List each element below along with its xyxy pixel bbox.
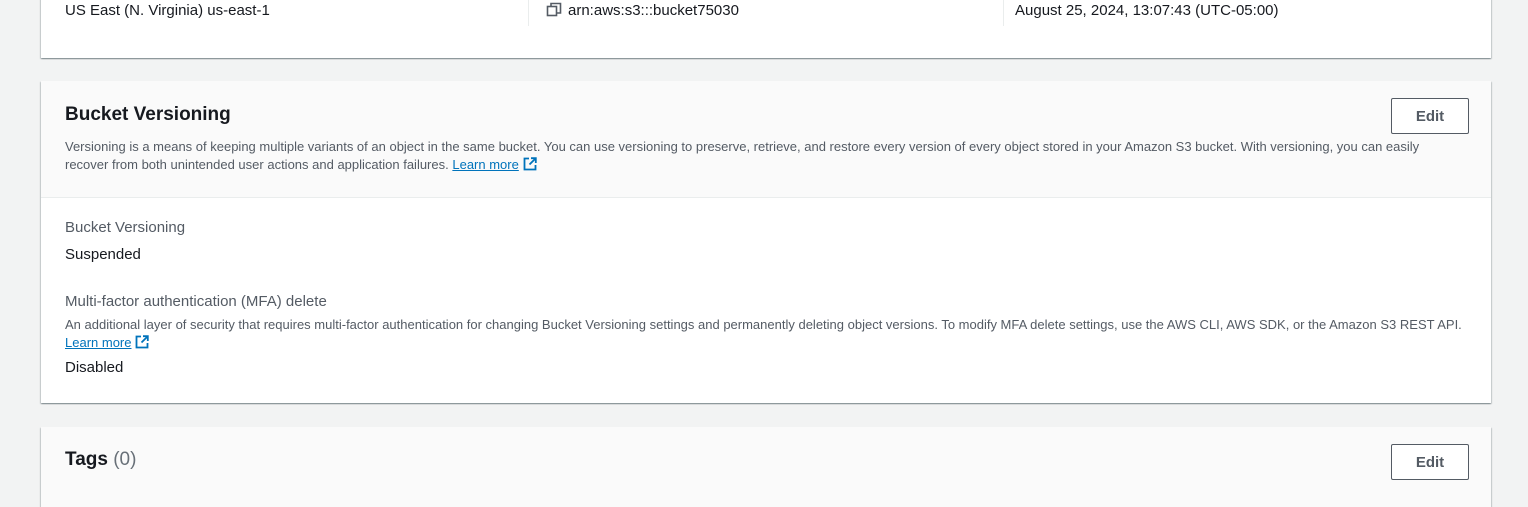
mfa-learn-more-link[interactable]: Learn more — [65, 335, 131, 350]
versioning-status-label: Bucket Versioning — [65, 219, 186, 236]
bucket-versioning-panel: Bucket Versioning Edit Versioning is a m… — [41, 81, 1491, 403]
edit-tags-button[interactable]: Edit — [1391, 444, 1469, 480]
arn-value: arn:aws:s3:::bucket75030 — [568, 2, 739, 19]
mfa-learn-more-label: Learn more — [65, 335, 132, 350]
bucket-versioning-description: Versioning is a means of keeping multipl… — [65, 138, 1465, 174]
mfa-delete-description: An additional layer of security that req… — [65, 316, 1470, 352]
bucket-overview-panel: US East (N. Virginia) us-east-1 arn:aws:… — [41, 0, 1491, 58]
edit-versioning-button[interactable]: Edit — [1391, 98, 1469, 134]
tags-title-text: Tags — [65, 449, 108, 470]
mfa-delete-label: Multi-factor authentication (MFA) delete — [65, 293, 327, 310]
arn-value-container: arn:aws:s3:::bucket75030 — [546, 0, 739, 26]
mfa-description-text: An additional layer of security that req… — [65, 317, 1462, 332]
learn-more-link[interactable]: Learn more — [452, 157, 518, 172]
tags-header: Tags (0) Edit — [41, 427, 1491, 507]
external-link-icon[interactable] — [523, 157, 537, 171]
external-link-icon[interactable] — [135, 335, 150, 349]
aws-region-value: US East (N. Virginia) us-east-1 — [65, 2, 270, 19]
column-divider — [1003, 0, 1004, 26]
versioning-status-value: Suspended — [65, 246, 141, 263]
tags-title: Tags (0) — [65, 447, 136, 473]
versioning-description-text: Versioning is a means of keeping multipl… — [65, 139, 1420, 172]
learn-more-label: Learn more — [452, 157, 519, 172]
tags-panel: Tags (0) Edit — [41, 427, 1491, 507]
creation-date-value: August 25, 2024, 13:07:43 (UTC-05:00) — [1015, 2, 1279, 19]
mfa-delete-value: Disabled — [65, 359, 124, 376]
column-divider — [528, 0, 529, 26]
bucket-versioning-title: Bucket Versioning — [65, 104, 231, 125]
tags-count: (0) — [113, 449, 137, 470]
bucket-versioning-header: Bucket Versioning Edit Versioning is a m… — [41, 81, 1491, 198]
copy-icon[interactable] — [546, 2, 562, 18]
